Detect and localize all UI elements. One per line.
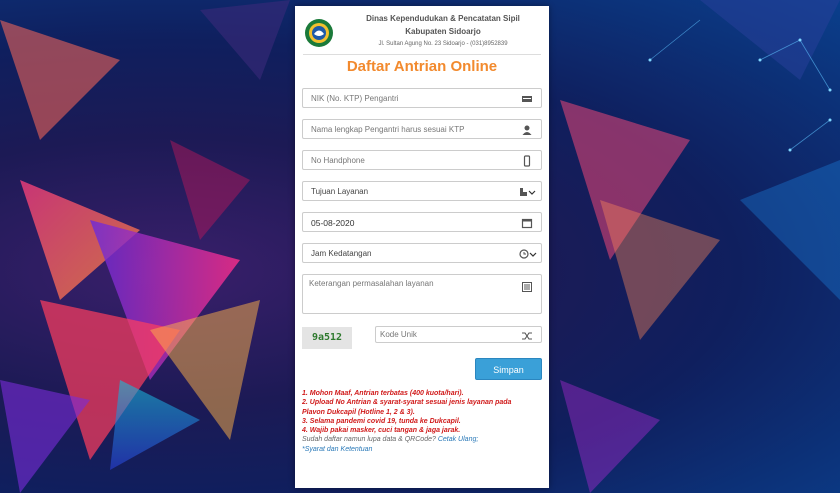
note-2b: Plavon Dukcapil (Hotline 1, 2 & 3). bbox=[302, 408, 415, 416]
captcha-image: 9a512 bbox=[302, 327, 352, 349]
phone-input[interactable]: No Handphone bbox=[302, 150, 542, 170]
reprint-link[interactable]: Cetak Ulang; bbox=[438, 436, 478, 443]
org-address: Jl. Sultan Agung No. 23 Sidoarjo - (031)… bbox=[378, 41, 508, 47]
name-input[interactable]: Nama lengkap Pengantri harus sesuai KTP bbox=[302, 119, 542, 139]
forgot-text: Sudah daftar namun lupa data & QRCode? bbox=[302, 436, 436, 444]
user-icon bbox=[522, 125, 532, 135]
notes-textarea[interactable]: Keterangan permasalahan layanan bbox=[302, 274, 542, 314]
nik-placeholder: NIK (No. KTP) Pengantri bbox=[311, 94, 399, 103]
registration-card: Dinas Kependudukan & Pencatatan Sipil Ka… bbox=[295, 6, 549, 488]
name-placeholder: Nama lengkap Pengantri harus sesuai KTP bbox=[311, 125, 465, 134]
service-select-label: Tujuan Layanan bbox=[311, 187, 369, 196]
unique-code-placeholder: Kode Unik bbox=[380, 330, 417, 339]
arrival-time-label: Jam Kedatangan bbox=[311, 249, 372, 258]
org-region: Kabupaten Sidoarjo bbox=[405, 27, 481, 36]
terms-link[interactable]: *Syarat dan Ketentuan bbox=[302, 445, 542, 454]
forgot-line: Sudah daftar namun lupa data & QRCode? C… bbox=[302, 435, 542, 444]
org-name: Dinas Kependudukan & Pencatatan Sipil bbox=[366, 14, 520, 23]
page-title: Daftar Antrian Online bbox=[346, 58, 498, 75]
unique-code-input[interactable]: Kode Unik bbox=[375, 326, 542, 343]
shuffle-icon[interactable] bbox=[521, 330, 533, 342]
clock-chevron-icon bbox=[519, 249, 537, 259]
building-chevron-icon bbox=[520, 188, 536, 196]
mobile-phone-icon bbox=[523, 155, 531, 167]
header: Dinas Kependudukan & Pencatatan Sipil Ka… bbox=[295, 6, 549, 56]
sidoarjo-emblem-icon bbox=[305, 19, 333, 47]
nik-input[interactable]: NIK (No. KTP) Pengantri bbox=[302, 88, 542, 108]
list-icon bbox=[522, 282, 532, 292]
notes-placeholder: Keterangan permasalahan layanan bbox=[309, 279, 434, 288]
note-4: 4. Wajib pakai masker, cuci tangan & jag… bbox=[302, 427, 461, 435]
note-2a: 2. Upload No Antrian & syarat-syarat ses… bbox=[302, 399, 512, 407]
note-3: 3. Selama pandemi covid 19, tunda ke Duk… bbox=[302, 417, 461, 425]
arrival-time-select[interactable]: Jam Kedatangan bbox=[302, 243, 542, 263]
phone-placeholder: No Handphone bbox=[311, 156, 365, 165]
calendar-icon bbox=[521, 218, 533, 229]
notes-section: 1. Mohon Maaf, Antrian terbatas (400 kuo… bbox=[302, 389, 542, 454]
divider bbox=[303, 54, 541, 55]
date-value: 05-08-2020 bbox=[311, 218, 355, 228]
id-card-icon bbox=[522, 96, 532, 102]
note-1: 1. Mohon Maaf, Antrian terbatas (400 kuo… bbox=[302, 390, 464, 397]
date-input[interactable]: 05-08-2020 bbox=[302, 212, 542, 232]
save-button[interactable]: Simpan bbox=[475, 358, 542, 380]
service-select[interactable]: Tujuan Layanan bbox=[302, 181, 542, 201]
